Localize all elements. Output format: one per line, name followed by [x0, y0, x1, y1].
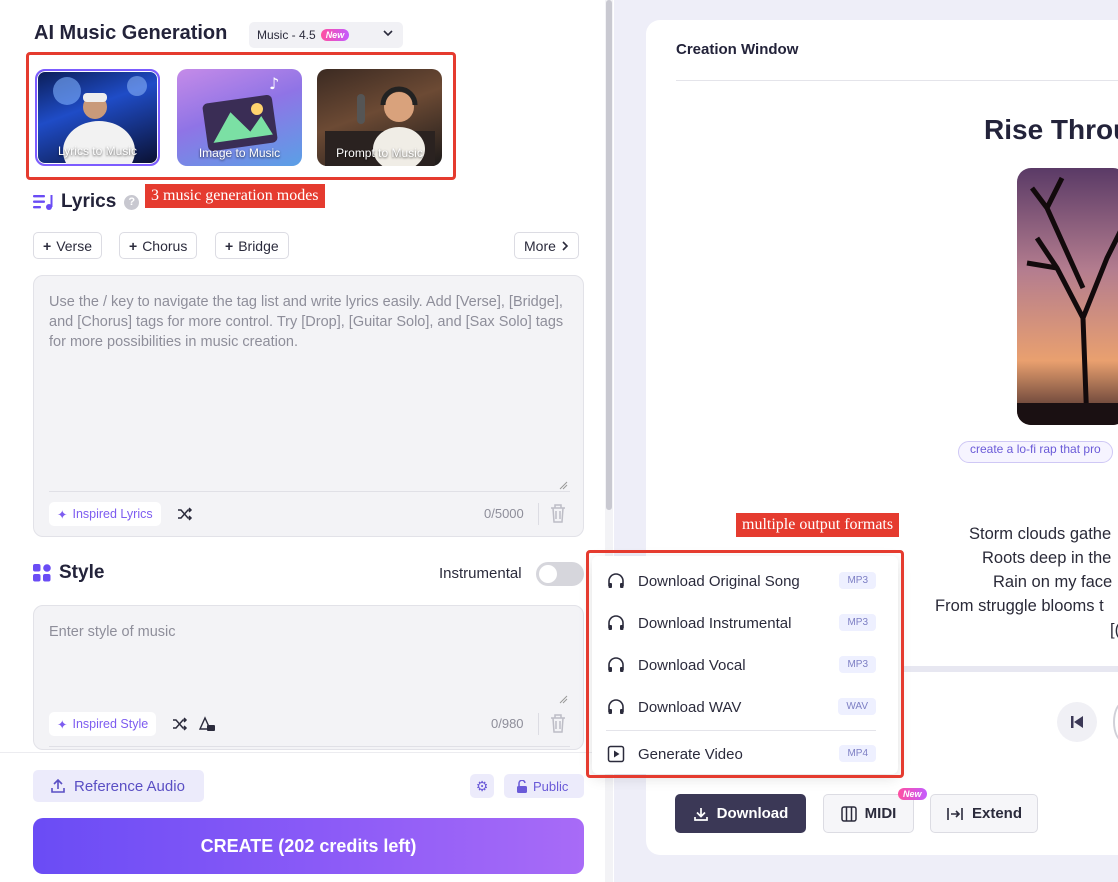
- piano-icon: [840, 805, 857, 822]
- trash-icon[interactable]: [549, 713, 567, 733]
- lyric-line: Rain on my face: [993, 573, 1113, 591]
- midi-button[interactable]: MIDI: [823, 794, 914, 833]
- previous-track-button[interactable]: [1057, 702, 1097, 742]
- more-tags-button[interactable]: More: [514, 232, 579, 259]
- inspired-style-label: Inspired Style: [72, 717, 149, 731]
- style-title: Style: [59, 562, 105, 583]
- song-title: Rise Throu: [984, 114, 1118, 145]
- page-title: AI Music Generation: [34, 22, 228, 44]
- tree-silhouette: [1017, 176, 1118, 425]
- sparkle-icon: ✦: [57, 717, 68, 732]
- toggle-knob: [539, 565, 557, 583]
- style-placeholder: Enter style of music: [49, 624, 176, 640]
- modes-annotation-box: [26, 52, 456, 180]
- modes-annotation-label: 3 music generation modes: [145, 184, 325, 208]
- vertical-divider: [538, 713, 539, 735]
- extend-button[interactable]: Extend: [930, 794, 1038, 833]
- tag-chorus-button[interactable]: + Chorus: [119, 232, 198, 259]
- left-scrollbar-thumb[interactable]: [606, 0, 612, 510]
- chevron-down-icon: [383, 30, 393, 37]
- style-section-title: Style: [33, 562, 104, 584]
- style-char-counter: 0/980: [491, 716, 524, 731]
- skip-previous-icon: [1071, 716, 1083, 728]
- reference-audio-label: Reference Audio: [74, 777, 185, 795]
- style-icon: [33, 564, 51, 582]
- inspired-lyrics-button[interactable]: ✦ Inspired Lyrics: [49, 502, 161, 526]
- trash-icon[interactable]: [549, 503, 567, 523]
- tag-verse-button[interactable]: + Verse: [33, 232, 102, 259]
- tag-label: Bridge: [238, 237, 279, 254]
- chevron-right-icon: [562, 240, 569, 251]
- midi-new-badge: New: [898, 788, 927, 800]
- creation-window-divider: [676, 80, 1118, 81]
- more-label: More: [524, 237, 556, 254]
- inspired-lyrics-label: Inspired Lyrics: [72, 507, 153, 521]
- song-cover-image: [1017, 168, 1118, 425]
- creation-window-title: Creation Window: [676, 41, 799, 58]
- resize-grip-icon[interactable]: [559, 695, 568, 704]
- lyrics-input[interactable]: Use the / key to navigate the tag list a…: [33, 275, 584, 537]
- resize-grip-icon[interactable]: [559, 481, 568, 490]
- help-icon[interactable]: ?: [124, 194, 140, 210]
- upload-icon: [51, 778, 65, 793]
- lyrics-char-counter: 0/5000: [484, 506, 524, 521]
- download-button[interactable]: Download: [675, 794, 806, 833]
- formats-annotation-label: multiple output formats: [736, 513, 900, 537]
- instrumental-label: Instrumental: [439, 565, 522, 582]
- model-new-badge: New: [320, 29, 350, 41]
- settings-button[interactable]: ⚙: [470, 774, 494, 798]
- lyric-line: [(: [1110, 621, 1118, 639]
- instrumental-toggle[interactable]: [536, 562, 584, 586]
- lyrics-icon: [33, 195, 53, 210]
- download-icon: [693, 807, 708, 821]
- vertical-divider: [538, 503, 539, 525]
- extend-icon: [947, 807, 963, 820]
- lyrics-placeholder: Use the / key to navigate the tag list a…: [49, 294, 564, 350]
- lyrics-scroll-divider: [904, 666, 1118, 672]
- midi-label: MIDI: [864, 805, 897, 822]
- prompt-chip[interactable]: create a lo-fi rap that pro: [958, 441, 1113, 463]
- lyric-line: From struggle blooms t: [935, 597, 1104, 615]
- style-divider: [49, 746, 570, 747]
- visibility-public-button[interactable]: Public: [504, 774, 584, 798]
- tag-label: Chorus: [142, 237, 188, 254]
- unlock-icon: [517, 779, 527, 793]
- formats-annotation-box: [586, 550, 904, 778]
- sparkle-icon: ✦: [57, 507, 68, 522]
- plus-icon: +: [43, 237, 52, 254]
- public-label: Public: [533, 778, 569, 794]
- extend-label: Extend: [971, 805, 1022, 822]
- model-select-value: Music - 4.5: [257, 28, 316, 42]
- tag-bridge-button[interactable]: + Bridge: [215, 232, 289, 259]
- model-select[interactable]: Music - 4.5 New: [249, 22, 403, 48]
- reference-audio-button[interactable]: Reference Audio: [33, 770, 204, 802]
- plus-icon: +: [225, 237, 234, 254]
- lyric-line: Roots deep in the: [982, 549, 1112, 567]
- lyrics-title: Lyrics: [61, 191, 117, 212]
- inspired-style-button[interactable]: ✦ Inspired Style: [49, 712, 157, 736]
- style-lock-icon[interactable]: [198, 715, 216, 733]
- shuffle-icon[interactable]: [177, 507, 193, 521]
- lyrics-section-title: Lyrics ?: [33, 191, 140, 213]
- create-button[interactable]: CREATE (202 credits left): [33, 818, 584, 874]
- lyrics-divider: [49, 491, 570, 492]
- plus-icon: +: [129, 237, 138, 254]
- tag-label: Verse: [56, 237, 92, 254]
- download-label: Download: [716, 805, 789, 822]
- lyric-line: Storm clouds gathe: [969, 525, 1112, 543]
- gear-icon: ⚙: [475, 778, 489, 794]
- shuffle-icon[interactable]: [172, 717, 188, 731]
